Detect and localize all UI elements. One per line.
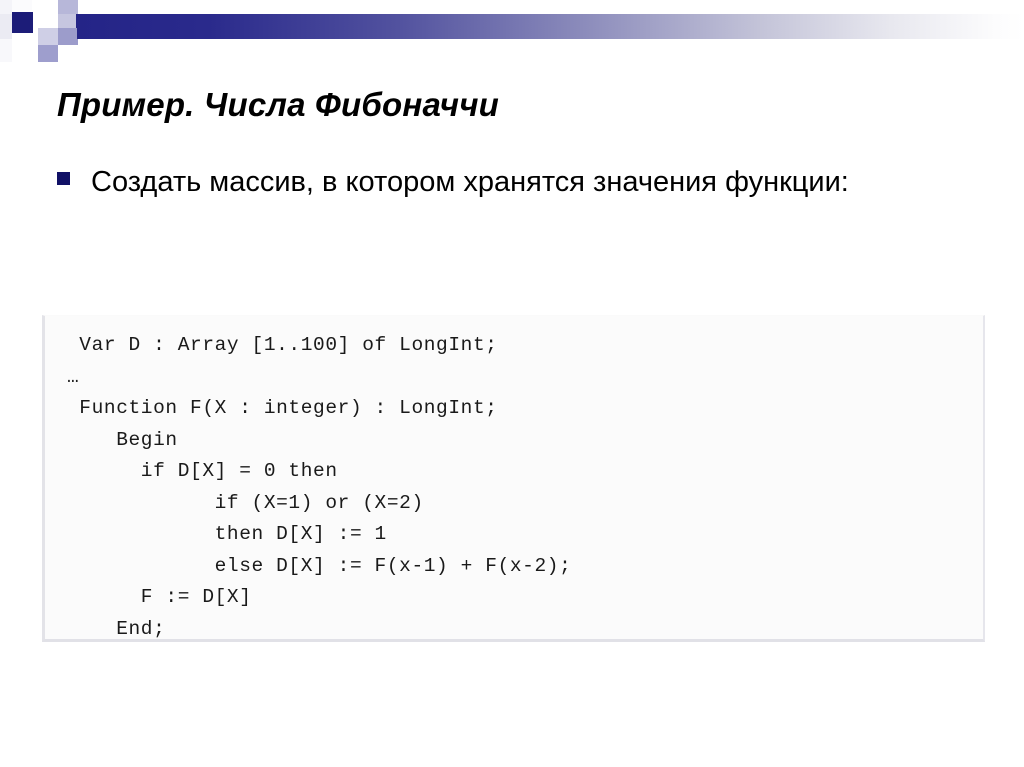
header-decoration: [0, 0, 1024, 62]
bullet-square-icon: [57, 172, 70, 185]
bullet-item-text: Создать массив, в котором хранятся значе…: [91, 166, 849, 198]
deco-square-lavender-bottom: [38, 45, 58, 62]
deco-square-lavender-top: [58, 0, 78, 14]
deco-square-pale-3: [0, 39, 12, 62]
deco-square-faint-col: [12, 45, 38, 62]
code-block-text: Var D : Array [1..100] of LongInt; … Fun…: [67, 334, 572, 640]
page-title: Пример. Числа Фибоначчи: [57, 86, 500, 124]
deco-square-pale-2: [0, 14, 12, 39]
deco-square-navy-notch: [60, 28, 77, 45]
deco-square-navy: [12, 12, 33, 33]
deco-square-lavender-low: [38, 28, 58, 45]
deco-square-faint-left: [12, 0, 32, 10]
bullet-list: Создать массив, в котором хранятся значе…: [57, 160, 937, 205]
deco-square-pale-1: [0, 0, 12, 14]
header-gradient-bar: [76, 14, 1024, 39]
code-block: Var D : Array [1..100] of LongInt; … Fun…: [42, 315, 985, 642]
